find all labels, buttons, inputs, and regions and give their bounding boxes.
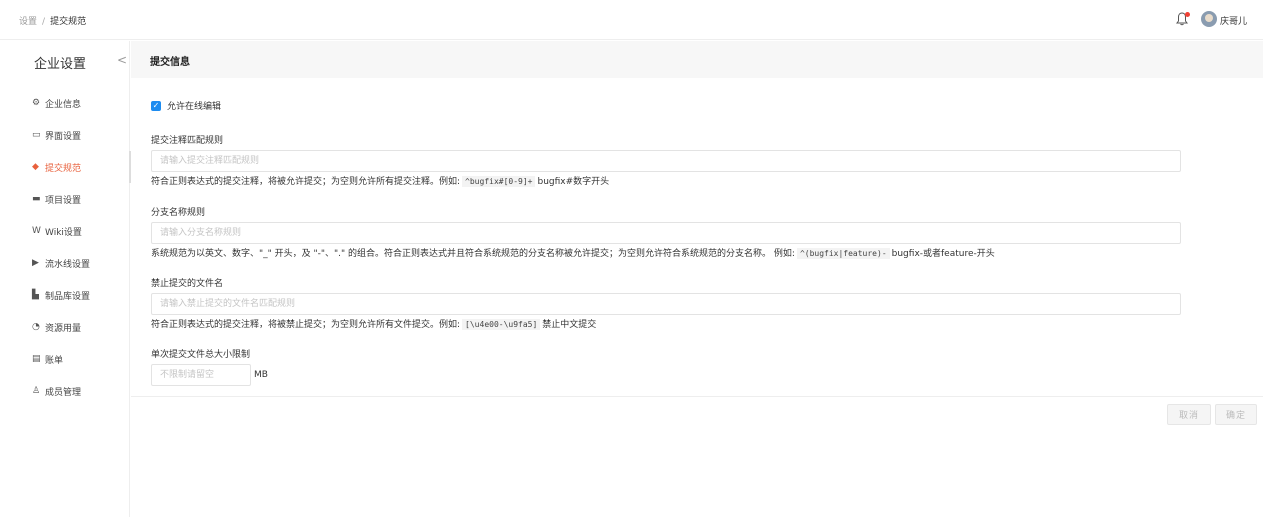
sidebar-item-label: 企业信息	[45, 99, 82, 110]
breadcrumb-separator: /	[42, 17, 46, 27]
bell-icon[interactable]	[1176, 12, 1190, 28]
commit-rule-hint-text: 符合正则表达式的提交注释，将被允许提交；为空则允许所有提交注释。例如:	[151, 177, 461, 187]
artifact-icon: ▙	[32, 290, 39, 300]
forbidden-files-input[interactable]	[151, 293, 1181, 315]
cancel-button[interactable]: 取消	[1167, 404, 1211, 425]
sidebar-item-project-settings[interactable]: ▬ 项目设置	[0, 183, 130, 215]
branch-rule-input[interactable]	[151, 222, 1181, 244]
section-header: 提交信息	[131, 41, 1263, 78]
forbidden-files-label: 禁止提交的文件名	[151, 279, 224, 289]
branch-rule-hint: 系统规范为以英文、数字、"_" 开头，及 "-"、"." 的组合。符合正则表达式…	[151, 246, 995, 259]
sidebar-item-label: 流水线设置	[45, 259, 91, 270]
commit-rule-hint-suffix: bugfix#数字开头	[537, 177, 610, 187]
section-title: 提交信息	[150, 57, 190, 68]
sidebar-item-wiki-settings[interactable]: W Wiki设置	[0, 215, 130, 247]
sidebar-item-commit-rules[interactable]: ◆ 提交规范	[0, 151, 131, 183]
sidebar-item-label: 界面设置	[45, 131, 82, 142]
notification-dot	[1185, 12, 1190, 17]
forbidden-files-hint-text: 符合正则表达式的提交注释，将被禁止提交；为空则允许所有文件提交。例如:	[151, 320, 461, 330]
form-divider	[131, 396, 1263, 397]
bill-icon: ▤	[32, 354, 41, 364]
branch-rule-label: 分支名称规则	[151, 208, 206, 218]
allow-online-edit-row[interactable]: ✓ 允许在线编辑	[151, 99, 221, 112]
commit-rule-input[interactable]	[151, 150, 1181, 172]
sidebar-item-billing[interactable]: ▤ 账单	[0, 343, 130, 375]
breadcrumb-current: 提交规范	[50, 17, 87, 27]
allow-online-edit-checkbox[interactable]: ✓	[151, 100, 161, 111]
sidebar-menu: ⚙ 企业信息 ▭ 界面设置 ◆ 提交规范 ▬ 项目设置 W Wiki设置 ▶ 流水线设置 ▙…	[0, 87, 131, 407]
diamond-icon: ◆	[32, 162, 39, 172]
branch-rule-hint-text: 系统规范为以英文、数字、"_" 开头，及 "-"、"." 的组合。符合正则表达式…	[151, 249, 795, 259]
confirm-button[interactable]: 确定	[1215, 404, 1257, 425]
sidebar-item-label: 账单	[45, 355, 64, 366]
breadcrumb-parent[interactable]: 设置	[19, 17, 37, 27]
size-limit-unit: MB	[254, 370, 268, 380]
size-limit-label: 单次提交文件总大小限制	[151, 350, 251, 360]
user-name[interactable]: 庆哥儿	[1220, 14, 1247, 27]
sidebar-item-pipeline-settings[interactable]: ▶ 流水线设置	[0, 247, 130, 279]
window-icon: ▭	[32, 130, 41, 140]
sidebar-title: 企业设置	[34, 57, 87, 72]
commit-rule-hint: 符合正则表达式的提交注释，将被允许提交；为空则允许所有提交注释。例如: ^bugf…	[151, 174, 609, 187]
wiki-icon: W	[32, 226, 41, 236]
sidebar-item-enterprise-info[interactable]: ⚙ 企业信息	[0, 87, 130, 119]
branch-rule-hint-code: ^(bugfix|feature)-	[796, 248, 890, 259]
sidebar-item-interface-settings[interactable]: ▭ 界面设置	[0, 119, 130, 151]
pipeline-icon: ▶	[32, 258, 39, 268]
forbidden-files-hint: 符合正则表达式的提交注释，将被禁止提交；为空则允许所有文件提交。例如: [\u4e…	[151, 317, 596, 330]
branch-rule-hint-suffix: bugfix-或者feature-开头	[891, 249, 995, 259]
sidebar-item-label: 成员管理	[45, 387, 82, 398]
sidebar-item-label: Wiki设置	[45, 227, 82, 238]
breadcrumb: 设置 / 提交规范	[19, 14, 86, 27]
sidebar-item-label: 资源用量	[45, 323, 82, 334]
sidebar-item-artifact-settings[interactable]: ▙ 制品库设置	[0, 279, 130, 311]
sidebar-item-label: 制品库设置	[45, 291, 91, 302]
commit-rule-label: 提交注释匹配规则	[151, 136, 224, 146]
sidebar: 企业设置 < ⚙ 企业信息 ▭ 界面设置 ◆ 提交规范 ▬ 项目设置 W Wiki设置 ▶…	[0, 41, 131, 517]
project-icon: ▬	[32, 194, 41, 204]
sidebar-item-label: 提交规范	[45, 163, 82, 174]
main-content: 提交信息 ✓ 允许在线编辑 提交注释匹配规则 符合正则表达式的提交注释，将被允许…	[131, 41, 1263, 517]
pie-chart-icon: ◔	[32, 322, 40, 332]
collapse-sidebar-icon[interactable]: <	[117, 53, 127, 67]
size-limit-input[interactable]	[151, 364, 251, 386]
sidebar-item-resource-usage[interactable]: ◔ 资源用量	[0, 311, 130, 343]
user-icon: ♙	[32, 386, 41, 396]
forbidden-files-hint-code: [\u4e00-\u9fa5]	[462, 319, 541, 330]
gear-icon: ⚙	[32, 98, 41, 108]
allow-online-edit-label: 允许在线编辑	[167, 102, 222, 112]
top-bar: 设置 / 提交规范 庆哥儿	[0, 0, 1263, 40]
commit-rule-hint-code: ^bugfix#[0-9]+	[462, 176, 536, 187]
sidebar-item-member-management[interactable]: ♙ 成员管理	[0, 375, 130, 407]
forbidden-files-hint-suffix: 禁止中文提交	[542, 320, 597, 330]
user-avatar[interactable]	[1201, 11, 1217, 27]
sidebar-item-label: 项目设置	[45, 195, 82, 206]
